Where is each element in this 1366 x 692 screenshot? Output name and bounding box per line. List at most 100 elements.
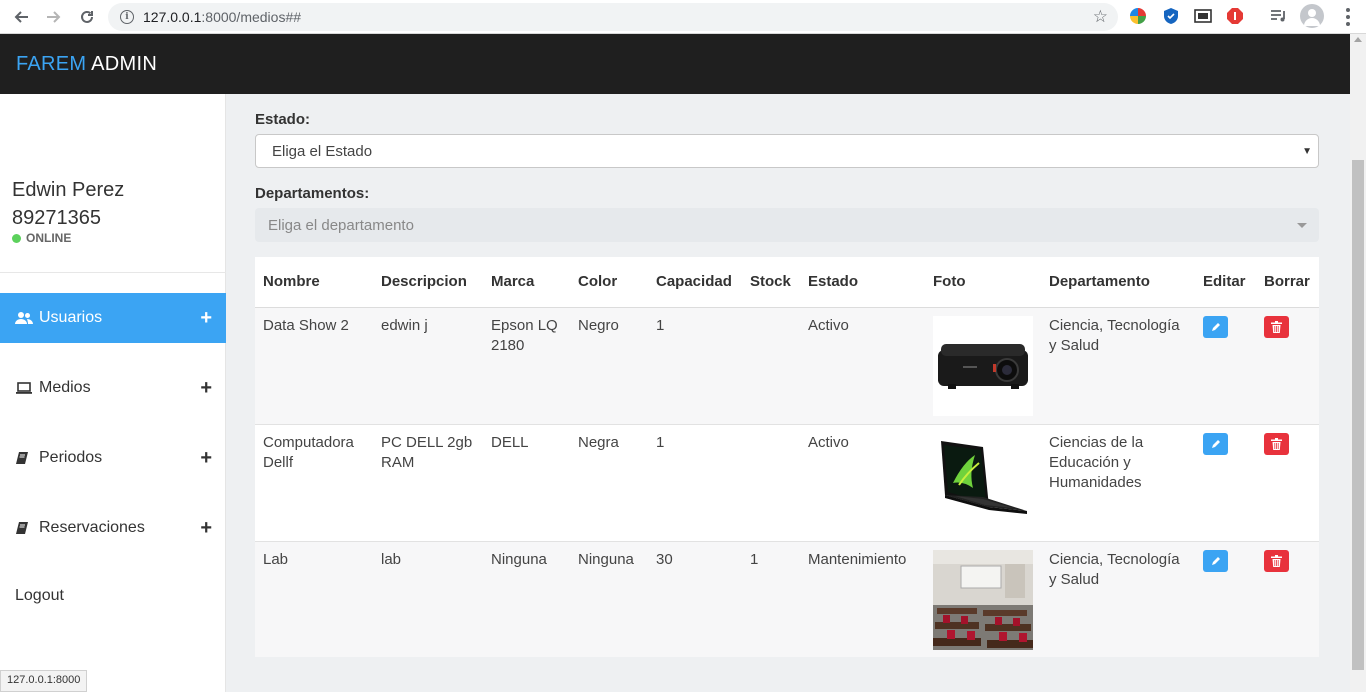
address-bar[interactable]: i 127.0.0.1:8000/medios## ☆ (108, 3, 1118, 31)
table-header-row: Nombre Descripcion Marca Color Capacidad… (255, 257, 1319, 308)
forward-arrow-icon[interactable] (43, 6, 65, 28)
back-arrow-icon[interactable] (10, 6, 32, 28)
sidebar-item-reservaciones[interactable]: Reservaciones + (0, 503, 226, 553)
brand-part-1: FAREM (16, 52, 87, 75)
book-icon (15, 521, 33, 535)
cell-descripcion: lab (373, 541, 483, 657)
edit-button[interactable] (1203, 432, 1228, 455)
sidebar-item-label: Periodos (39, 449, 103, 466)
cell-capacidad: 30 (648, 541, 742, 657)
dropdown-arrow-icon: ▼ (1302, 146, 1312, 157)
pinwheel-extension-icon[interactable] (1128, 6, 1148, 26)
cell-stock: 1 (742, 541, 800, 657)
shield-extension-icon[interactable] (1161, 6, 1181, 26)
edit-button[interactable] (1203, 315, 1228, 338)
cell-departamento: Ciencias de la Educación y Humanidades (1041, 424, 1195, 542)
sidebar-item-medios[interactable]: Medios + (0, 363, 226, 413)
column-header-nombre: Nombre (255, 257, 373, 308)
profile-avatar-icon[interactable] (1300, 4, 1324, 28)
cell-departamento: Ciencia, Tecnología y Salud (1041, 541, 1195, 657)
cell-departamento: Ciencia, Tecnología y Salud (1041, 307, 1195, 425)
user-status: ONLINE (12, 231, 71, 245)
cell-capacidad: 1 (648, 307, 742, 425)
cell-descripcion: edwin j (373, 307, 483, 425)
laptop-photo (933, 432, 1033, 533)
plus-icon[interactable]: + (200, 517, 212, 540)
cell-estado: Activo (800, 424, 925, 542)
cell-marca: Ninguna (483, 541, 570, 657)
cell-borrar (1256, 424, 1319, 542)
brand-part-2: ADMIN (91, 52, 158, 75)
cell-foto (925, 424, 1041, 542)
screen-capture-extension-icon[interactable] (1193, 6, 1213, 26)
column-header-stock: Stock (742, 257, 800, 308)
table-row: Lab lab Ninguna Ninguna 30 1 Mantenimien… (255, 541, 1319, 657)
departamentos-select[interactable]: Eliga el departamento (255, 208, 1319, 242)
cell-nombre: Data Show 2 (255, 307, 373, 425)
cell-color: Negra (570, 424, 648, 542)
brand-logo[interactable]: FAREM ADMIN (16, 53, 157, 76)
column-header-borrar: Borrar (1256, 257, 1319, 308)
sidebar-item-periodos[interactable]: Periodos + (0, 433, 226, 483)
info-icon[interactable]: i (120, 10, 134, 24)
cell-borrar (1256, 541, 1319, 657)
reload-icon[interactable] (76, 6, 98, 28)
trash-icon (1271, 554, 1282, 567)
medios-table: Nombre Descripcion Marca Color Capacidad… (255, 257, 1319, 657)
sidebar-divider (0, 272, 226, 273)
cell-stock (742, 307, 800, 425)
app-header: FAREM ADMIN (0, 34, 1350, 94)
pencil-icon (1211, 439, 1220, 448)
cell-nombre: Lab (255, 541, 373, 657)
bookmark-star-icon[interactable]: ☆ (1093, 7, 1108, 27)
users-icon (15, 311, 33, 325)
status-bar-url: 127.0.0.1:8000 (0, 670, 88, 692)
dropdown-arrow-icon (1297, 223, 1307, 228)
cell-marca: DELL (483, 424, 570, 542)
user-name: Edwin Perez (12, 179, 125, 201)
page-scrollbar[interactable] (1350, 34, 1366, 692)
table-row: Computadora Dellf PC DELL 2gb RAM DELL N… (255, 424, 1319, 542)
column-header-marca: Marca (483, 257, 570, 308)
projector-photo (933, 315, 1033, 416)
sidebar-item-label: Reservaciones (39, 519, 145, 536)
cell-descripcion: PC DELL 2gb RAM (373, 424, 483, 542)
column-header-departamento: Departamento (1041, 257, 1195, 308)
cell-editar (1195, 307, 1256, 425)
adblock-extension-icon[interactable] (1225, 6, 1245, 26)
user-status-label: ONLINE (26, 231, 72, 245)
plus-icon[interactable]: + (200, 307, 212, 330)
cell-stock (742, 424, 800, 542)
estado-select[interactable]: Eliga el Estado ▼ (255, 134, 1319, 168)
scrollbar-thumb[interactable] (1352, 160, 1364, 670)
browser-menu-icon[interactable] (1338, 6, 1358, 28)
column-header-estado: Estado (800, 257, 925, 308)
column-header-capacidad: Capacidad (648, 257, 742, 308)
column-header-foto: Foto (925, 257, 1041, 308)
media-playlist-icon[interactable] (1269, 6, 1289, 26)
url-text: 127.0.0.1:8000/medios## (143, 9, 301, 25)
column-header-color: Color (570, 257, 648, 308)
trash-icon (1271, 320, 1282, 333)
cell-editar (1195, 424, 1256, 542)
scroll-up-arrow-icon[interactable] (1354, 37, 1362, 42)
sidebar-item-usuarios[interactable]: Usuarios + (0, 293, 226, 343)
estado-select-value: Eliga el Estado (272, 142, 373, 160)
plus-icon[interactable]: + (200, 447, 212, 470)
table-row: Data Show 2 edwin j Epson LQ 2180 Negro … (255, 307, 1319, 425)
delete-button[interactable] (1264, 432, 1289, 455)
logout-link[interactable]: Logout (15, 587, 64, 605)
edit-button[interactable] (1203, 549, 1228, 572)
cell-estado: Mantenimiento (800, 541, 925, 657)
laptop-icon (15, 382, 33, 394)
column-header-editar: Editar (1195, 257, 1256, 308)
user-info: Edwin Perez 89271365 (12, 176, 124, 232)
departamentos-label: Departamentos: (255, 185, 370, 202)
plus-icon[interactable]: + (200, 377, 212, 400)
browser-toolbar: i 127.0.0.1:8000/medios## ☆ (0, 0, 1366, 34)
delete-button[interactable] (1264, 315, 1289, 338)
delete-button[interactable] (1264, 549, 1289, 572)
cell-marca: Epson LQ 2180 (483, 307, 570, 425)
column-header-descripcion: Descripcion (373, 257, 483, 308)
estado-label: Estado: (255, 111, 311, 128)
